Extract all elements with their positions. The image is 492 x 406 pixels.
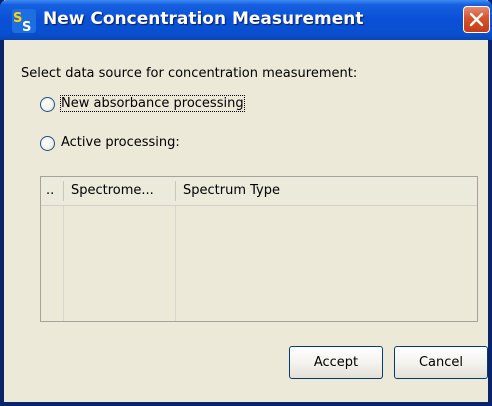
column-header-index[interactable]: .. — [41, 177, 63, 205]
table-header: .. Spectrome... Spectrum Type — [41, 177, 477, 206]
radio-new-absorbance[interactable] — [40, 97, 55, 112]
close-icon — [469, 12, 484, 27]
column-gridline — [175, 206, 176, 321]
svg-text:S: S — [22, 20, 31, 33]
option-active-processing-label[interactable]: Active processing: — [61, 135, 180, 150]
table-body[interactable] — [41, 206, 477, 321]
title-bar[interactable]: S S New Concentration Measurement — [0, 0, 492, 40]
cancel-button[interactable]: Cancel — [394, 346, 488, 379]
column-divider[interactable] — [63, 181, 64, 201]
processing-table[interactable]: .. Spectrome... Spectrum Type — [40, 176, 478, 322]
close-button[interactable] — [463, 6, 490, 33]
dialog-window: S S New Concentration Measurement Select… — [0, 0, 492, 406]
column-divider[interactable] — [175, 181, 176, 201]
svg-text:S: S — [13, 11, 22, 26]
column-header-spectrum-type[interactable]: Spectrum Type — [177, 177, 477, 205]
app-icon: S S — [12, 9, 36, 33]
prompt-label: Select data source for concentration mea… — [21, 66, 358, 81]
radio-active-processing[interactable] — [40, 136, 55, 151]
option-new-absorbance-label[interactable]: New absorbance processing — [60, 95, 245, 112]
window-title: New Concentration Measurement — [43, 9, 364, 29]
column-gridline — [63, 206, 64, 321]
accept-button[interactable]: Accept — [289, 346, 383, 379]
column-header-spectrometer[interactable]: Spectrome... — [65, 177, 175, 205]
